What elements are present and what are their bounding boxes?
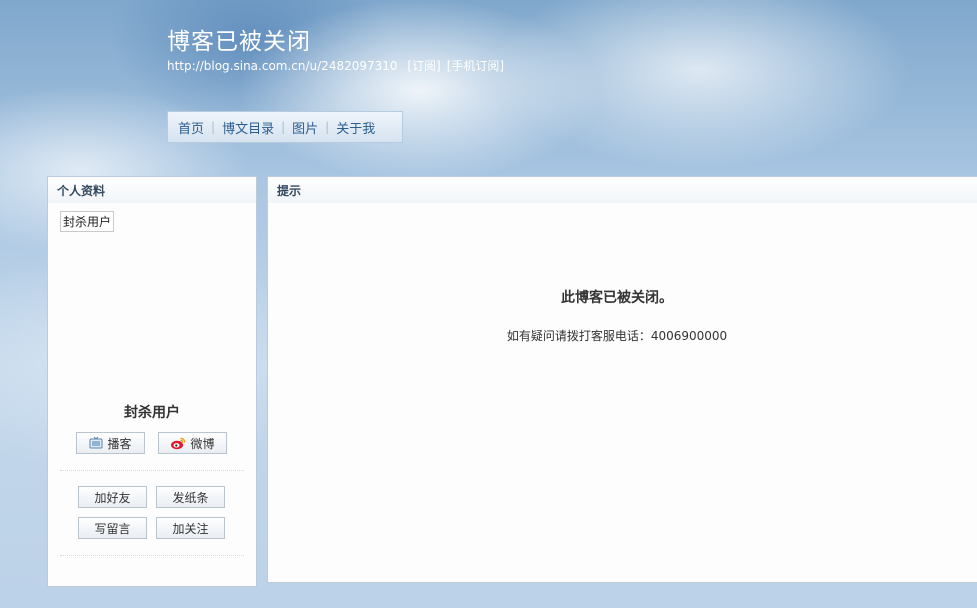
notice-heading: 提示 [268, 177, 977, 203]
profile-heading: 个人资料 [48, 177, 256, 203]
nav-item-photos[interactable]: 图片 [292, 118, 318, 137]
divider [60, 470, 244, 471]
nav-separator: | [281, 120, 286, 134]
profile-avatar-placeholder: 封杀用户 [60, 211, 115, 232]
podcast-button-label: 播客 [107, 436, 132, 451]
blog-url-line: http://blog.sina.com.cn/u/2482097310 [订阅… [167, 57, 510, 74]
weibo-button[interactable]: 微博 [158, 432, 227, 454]
tv-icon [89, 437, 103, 449]
blog-nav: 首页 | 博文目录 | 图片 | 关于我 [167, 111, 403, 143]
nav-item-articles[interactable]: 博文目录 [222, 118, 274, 137]
send-note-button[interactable]: 发纸条 [156, 486, 225, 508]
weibo-button-label: 微博 [190, 436, 215, 451]
profile-username: 封杀用户 [124, 405, 180, 421]
notice-panel: 提示 此博客已被关闭。 如有疑问请拨打客服电话：4006900000 [267, 176, 977, 583]
nav-item-home[interactable]: 首页 [178, 118, 204, 137]
blog-title: 博客已被关闭 [167, 29, 311, 55]
nav-separator: | [211, 120, 216, 134]
notice-title: 此博客已被关闭。 [561, 290, 673, 306]
leave-message-button[interactable]: 写留言 [78, 517, 147, 539]
profile-panel: 个人资料 封杀用户 封杀用户 播客 微博 加好友 发纸条 写留言 加关注 [47, 176, 257, 587]
podcast-button[interactable]: 播客 [76, 432, 145, 454]
add-friend-button[interactable]: 加好友 [78, 486, 147, 508]
mobile-subscribe-link[interactable]: [手机订阅] [447, 59, 504, 73]
subscribe-link[interactable]: [订阅] [407, 59, 440, 73]
notice-detail: 如有疑问请拨打客服电话：4006900000 [506, 329, 728, 343]
follow-button[interactable]: 加关注 [156, 517, 225, 539]
nav-item-about[interactable]: 关于我 [336, 118, 375, 137]
divider [60, 555, 244, 556]
blog-url: http://blog.sina.com.cn/u/2482097310 [167, 59, 398, 73]
nav-separator: | [325, 120, 330, 134]
weibo-icon [170, 436, 186, 450]
